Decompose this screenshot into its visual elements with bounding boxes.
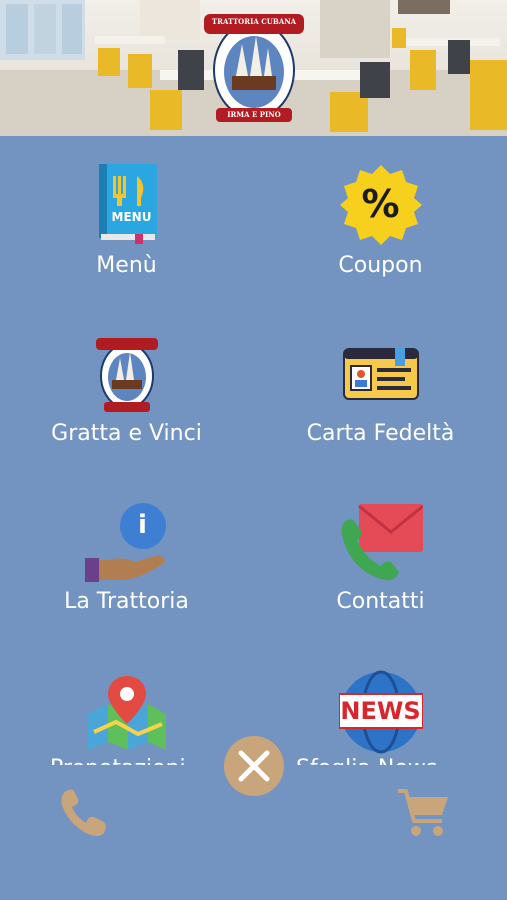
restaurant-logo: TRATTORIA CUBANA IRMA E PINO	[202, 8, 306, 130]
loyalty-card-icon	[342, 348, 419, 400]
close-button[interactable]	[224, 736, 284, 796]
tile-sfoglia-news-label: Sfoglia News	[296, 756, 437, 765]
tile-contatti-label: Contatti	[336, 589, 425, 614]
logo-bottom-text: IRMA E PINO	[227, 110, 281, 119]
tile-carta-fedelta-label: Carta Fedeltà	[306, 421, 455, 446]
menu-book-icon: MENU	[95, 164, 159, 244]
news-icon-text: NEWS	[340, 697, 421, 725]
tile-la-trattoria[interactable]: i La Trattoria	[0, 472, 253, 640]
close-icon	[238, 750, 270, 782]
tile-menu[interactable]: MENU Menù	[0, 136, 253, 304]
logo-top-text: TRATTORIA CUBANA	[211, 17, 297, 26]
info-icon-text: i	[138, 510, 147, 540]
map-pin-icon	[86, 674, 168, 750]
tile-coupon-label: Coupon	[338, 253, 423, 278]
info-hand-icon: i	[84, 502, 169, 584]
menu-book-text: MENU	[111, 210, 152, 224]
tile-menu-label: Menù	[96, 253, 157, 278]
phone-icon[interactable]	[58, 787, 110, 839]
tile-gratta-e-vinci[interactable]: Gratta e Vinci	[0, 304, 253, 472]
scratch-logo-icon	[94, 334, 160, 416]
news-globe-icon: NEWS	[337, 670, 424, 754]
header-banner: TRATTORIA CUBANA IRMA E PINO	[0, 0, 507, 136]
tile-gratta-e-vinci-label: Gratta e Vinci	[51, 421, 202, 446]
coupon-percent-text: %	[361, 182, 400, 226]
cart-icon[interactable]	[396, 787, 450, 839]
tile-contatti[interactable]: Contatti	[254, 472, 507, 640]
tile-la-trattoria-label: La Trattoria	[64, 589, 189, 614]
coupon-percent-icon: %	[339, 164, 422, 246]
phone-mail-icon	[339, 502, 424, 582]
tile-prenotazioni-label: Prenotazioni	[50, 756, 186, 765]
tile-coupon[interactable]: % Coupon	[254, 136, 507, 304]
tile-carta-fedelta[interactable]: Carta Fedeltà	[254, 304, 507, 472]
